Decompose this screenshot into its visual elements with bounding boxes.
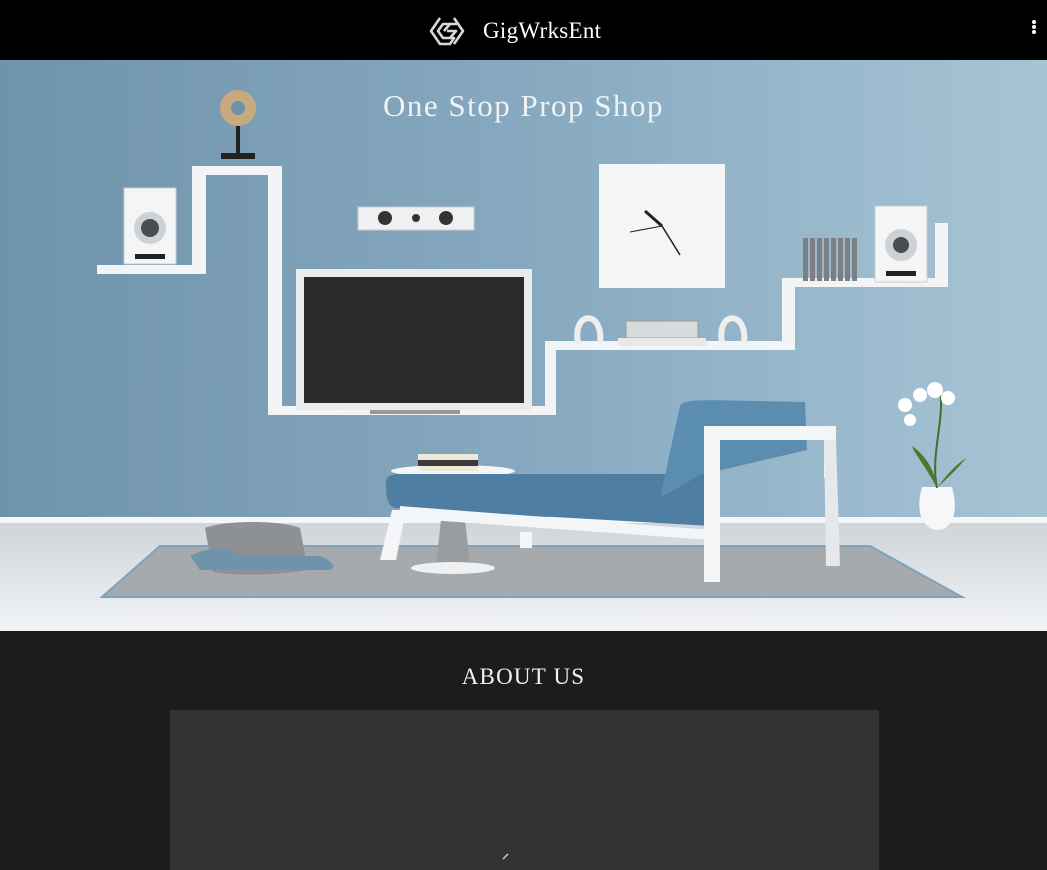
top-nav-bar: GigWrksEnt <box>0 0 1047 60</box>
menu-dot <box>1032 30 1036 34</box>
diamond-logo-icon <box>429 17 465 46</box>
living-room-hero-image <box>0 60 1047 631</box>
hero-banner: One Stop Prop Shop <box>0 60 1047 631</box>
about-section: ABOUT US <box>0 631 1047 870</box>
about-content-panel <box>170 710 879 870</box>
menu-dot <box>1032 25 1036 29</box>
more-menu-button[interactable] <box>1029 20 1039 40</box>
brand-link[interactable]: GigWrksEnt <box>428 14 601 48</box>
loading-spinner-icon <box>502 853 509 860</box>
more-vertical-icon <box>1032 20 1036 24</box>
brand-name: GigWrksEnt <box>483 18 602 43</box>
about-heading: ABOUT US <box>461 664 586 689</box>
hero-title: One Stop Prop Shop <box>382 88 665 123</box>
